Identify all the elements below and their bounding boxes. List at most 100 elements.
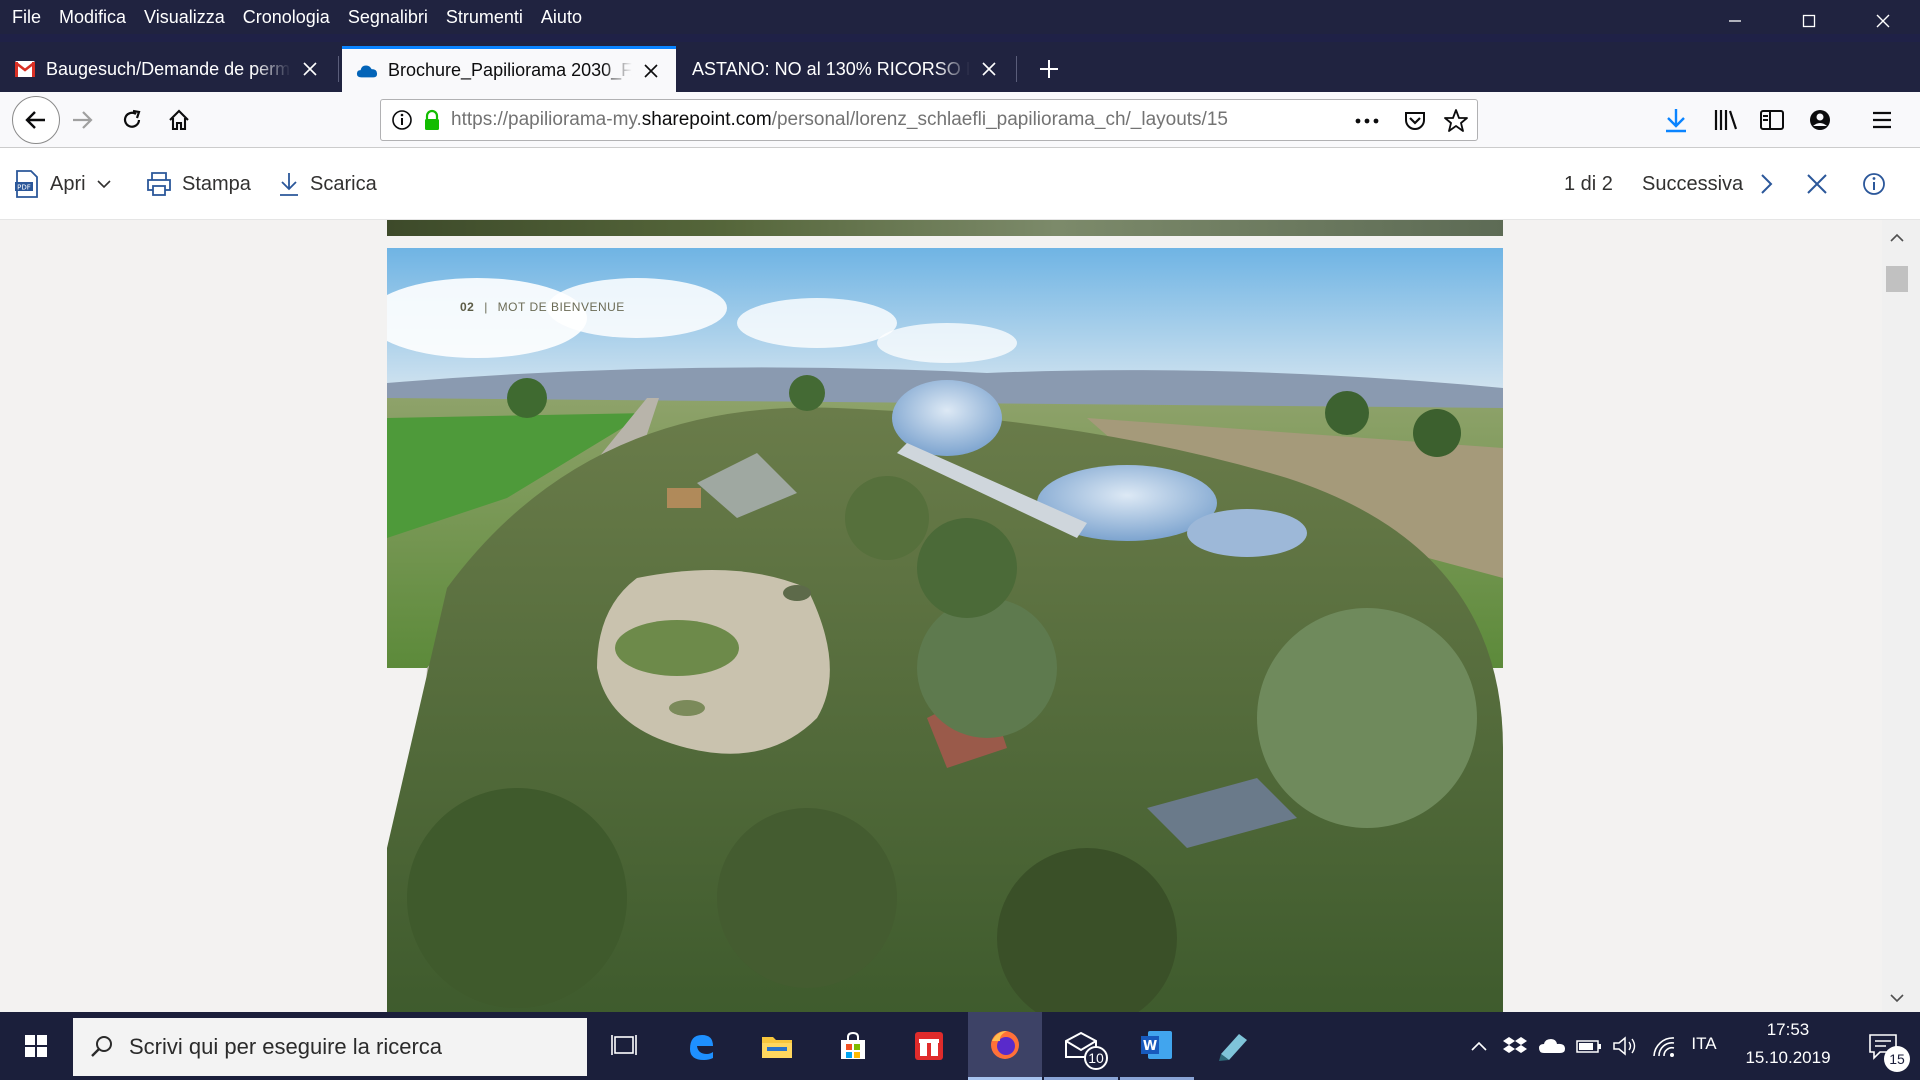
header-divider: | [484, 300, 488, 314]
sidebar-icon [1760, 110, 1784, 130]
search-icon [91, 1036, 112, 1057]
mail-badge: 10 [1084, 1046, 1108, 1070]
tab-separator [338, 56, 339, 82]
info-button[interactable] [1862, 168, 1886, 200]
close-icon [303, 62, 317, 76]
tray-dropbox[interactable] [1498, 1012, 1532, 1080]
menu-strumenti[interactable]: Strumenti [437, 0, 532, 34]
library-icon [1714, 110, 1738, 130]
notification-badge: 15 [1884, 1046, 1910, 1072]
tab-baugesuch[interactable]: Baugesuch/Demande de permi [0, 46, 335, 92]
tab-close-button[interactable] [978, 58, 1000, 80]
home-button[interactable] [159, 100, 199, 140]
edge-icon [690, 1035, 713, 1060]
tab-close-button[interactable] [640, 60, 662, 82]
minimize-button[interactable] [1698, 0, 1772, 42]
task-view-icon [611, 1035, 637, 1055]
taskbar: Scrivi qui per eseguire la ricerca 10 W [0, 1012, 1920, 1080]
print-button[interactable]: Stampa [146, 168, 251, 200]
taskbar-word[interactable]: W [1120, 1012, 1194, 1080]
sidebar-button[interactable] [1752, 100, 1792, 140]
taskbar-gift-app[interactable] [892, 1012, 966, 1080]
close-viewer-button[interactable] [1806, 168, 1828, 200]
download-file-button[interactable]: Scarica [278, 168, 377, 200]
tray-volume[interactable] [1608, 1012, 1642, 1080]
previous-page-bottom [387, 220, 1503, 236]
menu-aiuto[interactable]: Aiuto [532, 0, 591, 34]
account-button[interactable] [1800, 100, 1840, 140]
store-icon [841, 1031, 865, 1059]
show-hidden-icons-button[interactable] [1462, 1012, 1496, 1080]
vertical-scrollbar[interactable] [1882, 220, 1920, 1012]
lock-icon[interactable] [421, 109, 443, 131]
menu-visualizza[interactable]: Visualizza [135, 0, 234, 34]
menu-cronologia[interactable]: Cronologia [234, 0, 339, 34]
library-button[interactable] [1706, 100, 1746, 140]
close-icon [1876, 14, 1890, 28]
taskbar-explorer[interactable] [740, 1012, 814, 1080]
taskbar-store[interactable] [816, 1012, 890, 1080]
tray-onedrive[interactable] [1534, 1012, 1570, 1080]
pdf-file-icon: PDF [14, 170, 40, 198]
maximize-button[interactable] [1772, 0, 1846, 42]
language-indicator[interactable]: ITA [1686, 1034, 1722, 1054]
pdf-page: 02 | MOT DE BIENVENUE [387, 248, 1503, 1012]
onedrive-icon [356, 60, 378, 82]
open-button[interactable]: PDF Apri [14, 168, 112, 200]
page-indicator: 1 di 2 [1564, 172, 1613, 195]
gmail-icon [14, 58, 36, 80]
back-button[interactable] [12, 96, 60, 144]
scrollbar-thumb[interactable] [1886, 266, 1908, 292]
bookmark-star-icon[interactable] [1443, 108, 1469, 134]
taskbar-search[interactable]: Scrivi qui per eseguire la ricerca [73, 1018, 587, 1076]
page-actions-icon[interactable] [1354, 110, 1380, 132]
home-icon [169, 109, 189, 131]
tray-wifi[interactable] [1646, 1012, 1682, 1080]
tab-title: ASTANO: NO al 130% RICORSO INC [692, 58, 970, 79]
chevron-down-icon [97, 180, 111, 189]
dropbox-icon [1503, 1037, 1527, 1053]
close-window-button[interactable] [1846, 0, 1920, 42]
start-button[interactable] [0, 1012, 72, 1080]
menu-button[interactable] [1862, 100, 1902, 140]
taskbar-edge[interactable] [664, 1012, 738, 1080]
reload-icon [123, 109, 141, 128]
taskbar-firefox[interactable] [968, 1012, 1042, 1080]
clock-time[interactable]: 17:53 [1736, 1020, 1840, 1040]
svg-text:PDF: PDF [17, 184, 31, 192]
close-icon [1807, 174, 1827, 194]
svg-text:W: W [1143, 1039, 1157, 1054]
word-icon: W [1141, 1030, 1172, 1059]
window-controls [1698, 0, 1920, 42]
print-label: Stampa [182, 172, 251, 195]
pocket-icon[interactable] [1403, 109, 1427, 133]
action-center-button[interactable]: 15 [1846, 1012, 1920, 1080]
task-view-button[interactable] [588, 1012, 662, 1080]
clock-date[interactable]: 15.10.2019 [1736, 1048, 1840, 1068]
info-icon[interactable] [391, 109, 413, 131]
wifi-icon [1653, 1037, 1675, 1057]
forward-button[interactable] [62, 100, 102, 140]
url-bar[interactable]: https://papiliorama-my.sharepoint.com/pe… [380, 99, 1478, 141]
tab-close-button[interactable] [299, 58, 321, 80]
downloads-button[interactable] [1656, 100, 1696, 140]
tab-astano[interactable]: ASTANO: NO al 130% RICORSO INC [678, 46, 1014, 92]
new-tab-button[interactable] [1026, 46, 1072, 92]
hamburger-icon [1873, 111, 1891, 129]
taskbar-mail[interactable]: 10 [1044, 1012, 1118, 1080]
tab-brochure[interactable]: Brochure_Papiliorama 2030_F.p [342, 46, 676, 92]
menu-file[interactable]: File [0, 0, 50, 34]
navigation-bar: https://papiliorama-my.sharepoint.com/pe… [0, 92, 1920, 148]
next-page-button[interactable]: Successiva [1642, 168, 1775, 200]
chevron-right-icon [1761, 174, 1773, 194]
pdf-viewer[interactable]: 02 | MOT DE BIENVENUE [0, 220, 1920, 1012]
menu-segnalibri[interactable]: Segnalibri [339, 0, 437, 34]
scroll-down-icon[interactable] [1882, 988, 1912, 1008]
windows-icon [25, 1035, 47, 1057]
scroll-up-icon[interactable] [1882, 228, 1912, 248]
reload-button[interactable] [112, 100, 152, 140]
tab-strip: Baugesuch/Demande de permi Brochure_Papi… [0, 42, 1920, 92]
tray-battery[interactable] [1572, 1012, 1606, 1080]
menu-modifica[interactable]: Modifica [50, 0, 135, 34]
taskbar-app-tool[interactable] [1196, 1012, 1270, 1080]
